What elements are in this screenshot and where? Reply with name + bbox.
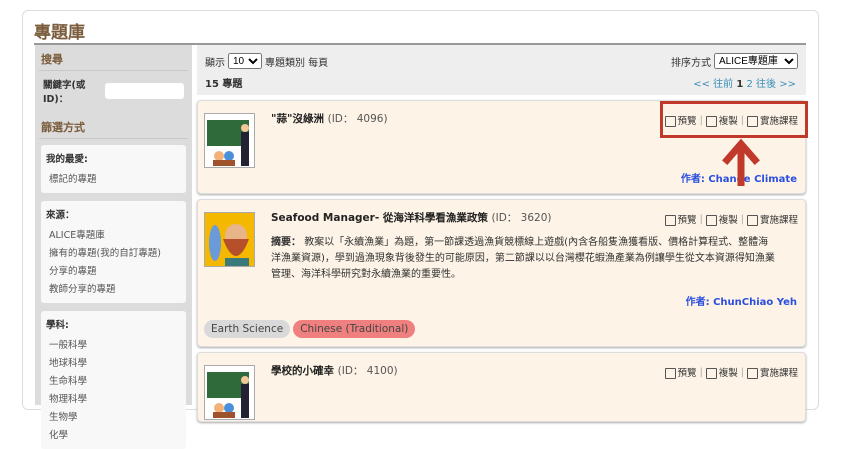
page-2-link[interactable]: 2 bbox=[746, 79, 752, 90]
copy-icon bbox=[705, 215, 717, 226]
project-thumbnail bbox=[204, 365, 255, 420]
filter-group-label: 我的最愛: bbox=[46, 154, 88, 165]
filter-group: 我的最愛: 標記的專題 bbox=[41, 145, 186, 193]
red-arrow-icon bbox=[722, 138, 760, 186]
preview-icon bbox=[664, 368, 676, 379]
filter-heading: 篩選方式 bbox=[39, 119, 188, 139]
sort-label: 排序方式 bbox=[671, 57, 711, 69]
first-page-link[interactable]: << bbox=[693, 79, 710, 90]
sort-select[interactable]: ALICE專題庫 bbox=[714, 53, 798, 69]
filter-link[interactable]: 教師分享的專題 bbox=[46, 279, 181, 297]
per-page-select[interactable]: 10 bbox=[228, 53, 262, 69]
project-actions: 預覽 | 複製 | 實施課程 bbox=[664, 365, 798, 379]
project-thumbnail bbox=[204, 212, 255, 267]
pagination: << 往前 1 2 往後 >> bbox=[693, 75, 796, 90]
filter-link[interactable]: 物理科學 bbox=[46, 389, 181, 407]
keyword-row: 關鍵字(或ID)： bbox=[39, 77, 188, 105]
filter-link[interactable]: 標記的專題 bbox=[46, 169, 181, 187]
last-page-link[interactable]: >> bbox=[779, 79, 796, 90]
project-title[interactable]: "蒜"沒綠洲 bbox=[271, 113, 324, 125]
project-card: 學校的小確幸 (ID： 4100) 預覽 | 複製 | 實施課程 bbox=[197, 352, 806, 422]
highlight-box bbox=[660, 101, 808, 138]
filter-link[interactable]: 生物學 bbox=[46, 407, 181, 425]
tag-list: Earth Science Chinese (Traditional) bbox=[204, 320, 797, 338]
keyword-label: 關鍵字(或ID)： bbox=[43, 80, 86, 105]
preview-icon bbox=[664, 215, 676, 226]
filter-link[interactable]: 一般科學 bbox=[46, 335, 181, 353]
list-controls: 顯示 10 專題類別 每頁 排序方式 ALICE專題庫 15 專題 << 往前 … bbox=[197, 45, 806, 95]
preview-button[interactable]: 預覽 bbox=[664, 365, 697, 379]
copy-button[interactable]: 複製 bbox=[705, 212, 738, 226]
keyword-input[interactable] bbox=[105, 83, 184, 99]
project-card: Seafood Manager- 從海洋科學看漁業政策 (ID： 3620) 預… bbox=[197, 199, 806, 347]
project-title[interactable]: 學校的小確幸 bbox=[271, 365, 334, 377]
filter-link[interactable]: 擁有的專題(我的自訂專題) bbox=[46, 243, 181, 261]
project-title[interactable]: Seafood Manager- 從海洋科學看漁業政策 bbox=[271, 212, 488, 224]
per-page-suffix: 專題類別 每頁 bbox=[265, 57, 329, 69]
project-summary: 摘要： 教案以「永續漁業」為題，第一節課透過漁貨競標線上遊戲(內含各船隻漁獲看版… bbox=[271, 237, 775, 280]
monitor-icon bbox=[746, 215, 758, 226]
filter-group: 學科: 一般科學 地球科學 生命科學 物理科學 生物學 化學 bbox=[41, 311, 186, 449]
search-heading: 搜尋 bbox=[39, 51, 188, 71]
copy-button[interactable]: 複製 bbox=[705, 365, 738, 379]
project-actions: 預覽 | 複製 | 實施課程 bbox=[664, 212, 798, 226]
project-id: (ID： 4096) bbox=[327, 113, 388, 125]
subject-tag[interactable]: Chinese (Traditional) bbox=[293, 320, 416, 338]
project-id: (ID： 3620) bbox=[491, 212, 552, 224]
page-title: 專題庫 bbox=[34, 23, 85, 43]
sidebar: 搜尋 關鍵字(或ID)： 篩選方式 我的最愛: 標記的專題來源： ALICE專題庫擁… bbox=[35, 45, 192, 449]
project-author[interactable]: 作者: Change Climate bbox=[271, 170, 797, 185]
project-thumbnail bbox=[204, 113, 255, 168]
filter-link[interactable]: 地球科學 bbox=[46, 353, 181, 371]
monitor-icon bbox=[746, 368, 758, 379]
project-id: (ID： 4100) bbox=[337, 365, 398, 377]
filter-group: 來源： ALICE專題庫 擁有的專題(我的自訂專題) 分享的專題 教師分享的專題 bbox=[41, 201, 186, 303]
project-author[interactable]: 作者: ChunChiao Yeh bbox=[271, 293, 797, 308]
next-page-link[interactable]: 往後 bbox=[756, 79, 776, 90]
subject-tag[interactable]: Earth Science bbox=[204, 320, 291, 338]
show-label: 顯示 bbox=[205, 57, 225, 69]
preview-button[interactable]: 預覽 bbox=[664, 212, 697, 226]
filter-link[interactable]: 分享的專題 bbox=[46, 261, 181, 279]
filter-link[interactable]: 生命科學 bbox=[46, 371, 181, 389]
filter-link[interactable]: 化學 bbox=[46, 425, 181, 443]
filter-link[interactable]: ALICE專題庫 bbox=[46, 225, 181, 243]
current-page: 1 bbox=[736, 79, 744, 90]
implement-button[interactable]: 實施課程 bbox=[746, 212, 798, 226]
filter-group-label: 學科: bbox=[46, 320, 69, 331]
copy-icon bbox=[705, 368, 717, 379]
implement-button[interactable]: 實施課程 bbox=[746, 365, 798, 379]
filter-group-label: 來源： bbox=[46, 210, 75, 221]
prev-page-link[interactable]: 往前 bbox=[713, 79, 733, 90]
